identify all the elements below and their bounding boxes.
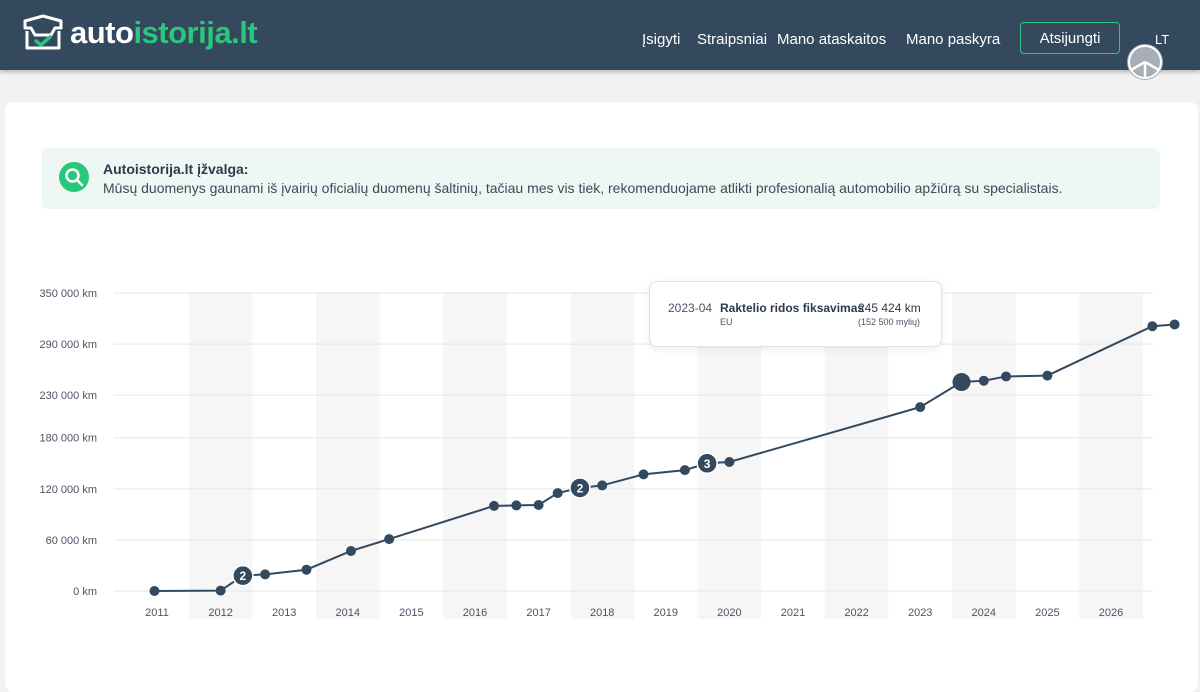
y-tick-label: 120 000 km: [40, 484, 97, 496]
y-tick-label: 180 000 km: [40, 433, 97, 445]
tooltip-km: 245 424 km: [858, 301, 921, 315]
top-navigation-bar: autoistorija.lt Įsigyti Straipsniai Mano…: [0, 0, 1200, 70]
nav-my-reports[interactable]: Mano ataskaitos: [777, 31, 886, 48]
data-point: [915, 402, 926, 413]
y-tick-label: 230 000 km: [40, 390, 97, 402]
search-icon: [59, 162, 89, 192]
mileage-tooltip: 2023-04 Raktelio ridos fiksavimas EU 245…: [649, 281, 942, 347]
logo-text: autoistorija.lt: [70, 15, 258, 50]
data-point: [597, 480, 608, 491]
y-tick-label: 350 000 km: [40, 288, 97, 300]
x-tick-label: 2024: [972, 607, 996, 619]
nav-articles[interactable]: Straipsniai: [697, 31, 767, 48]
insight-text: Mūsų duomenys gaunami iš įvairių oficial…: [103, 180, 1063, 196]
mileage-line: [154, 323, 1175, 592]
x-tick-label: 2021: [781, 607, 805, 619]
x-tick-label: 2025: [1035, 607, 1059, 619]
cluster-count-label: 2: [240, 569, 247, 583]
x-tick-label: 2012: [208, 607, 232, 619]
x-tick-label: 2023: [908, 607, 932, 619]
data-point: [301, 564, 312, 575]
x-tick-label: 2017: [526, 607, 550, 619]
data-point: [638, 469, 649, 480]
mileage-chart: 0 km 60 000 km 120 000 km 180 000 km 230 000…: [40, 288, 1180, 619]
data-point: [149, 586, 160, 596]
nav-buy[interactable]: Įsigyti: [642, 31, 680, 48]
year-band: [1079, 293, 1143, 619]
cluster-count-label: 2: [577, 481, 584, 495]
data-point: [345, 545, 356, 556]
data-point: [533, 500, 544, 511]
data-point: [978, 375, 989, 386]
car-shield-icon: [23, 14, 63, 50]
data-point: [384, 534, 395, 545]
data-point: [215, 585, 226, 596]
x-tick-label: 2013: [272, 607, 296, 619]
data-point: [260, 569, 271, 580]
x-tick-label: 2026: [1099, 607, 1123, 619]
data-point: [1169, 319, 1180, 330]
data-point: [1147, 321, 1158, 332]
logo[interactable]: autoistorija.lt: [22, 14, 258, 52]
data-point: [489, 500, 500, 511]
data-point: [552, 488, 563, 499]
tooltip-event: Raktelio ridos fiksavimas: [720, 301, 865, 315]
insight-banner: Autoistorija.lt įžvalga: Mūsų duomenys g…: [42, 148, 1160, 209]
x-tick-label: 2019: [654, 607, 678, 619]
insight-title: Autoistorija.lt įžvalga:: [103, 161, 249, 177]
data-point: [511, 500, 522, 511]
x-tick-label: 2018: [590, 607, 614, 619]
logout-button[interactable]: Atsijungti: [1020, 22, 1120, 54]
x-tick-label: 2014: [336, 607, 360, 619]
y-tick-label: 60 000 km: [46, 535, 97, 547]
year-band: [316, 293, 380, 619]
y-tick-label: 0 km: [73, 586, 97, 598]
year-band: [443, 293, 507, 619]
year-band: [952, 293, 1016, 619]
language-selector[interactable]: LT: [1155, 32, 1169, 47]
tooltip-date: 2023-04: [668, 301, 713, 315]
data-point: [1042, 370, 1053, 381]
highlighted-point: [952, 373, 971, 392]
x-tick-label: 2022: [844, 607, 868, 619]
user-icon: [1128, 45, 1162, 79]
data-point: [724, 457, 735, 468]
data-point: [679, 465, 690, 476]
tooltip-region: EU: [720, 317, 733, 327]
x-tick-label: 2020: [717, 607, 741, 619]
x-tick-label: 2011: [145, 607, 169, 619]
y-tick-label: 290 000 km: [40, 339, 97, 351]
x-tick-label: 2016: [463, 607, 487, 619]
year-band: [570, 293, 634, 619]
cluster-count-label: 3: [704, 457, 711, 471]
data-point: [1001, 371, 1012, 382]
avatar[interactable]: [1127, 44, 1163, 80]
x-tick-label: 2015: [399, 607, 423, 619]
tooltip-miles: (152 500 mylių): [858, 317, 921, 327]
nav-my-account[interactable]: Mano paskyra: [906, 31, 1000, 48]
